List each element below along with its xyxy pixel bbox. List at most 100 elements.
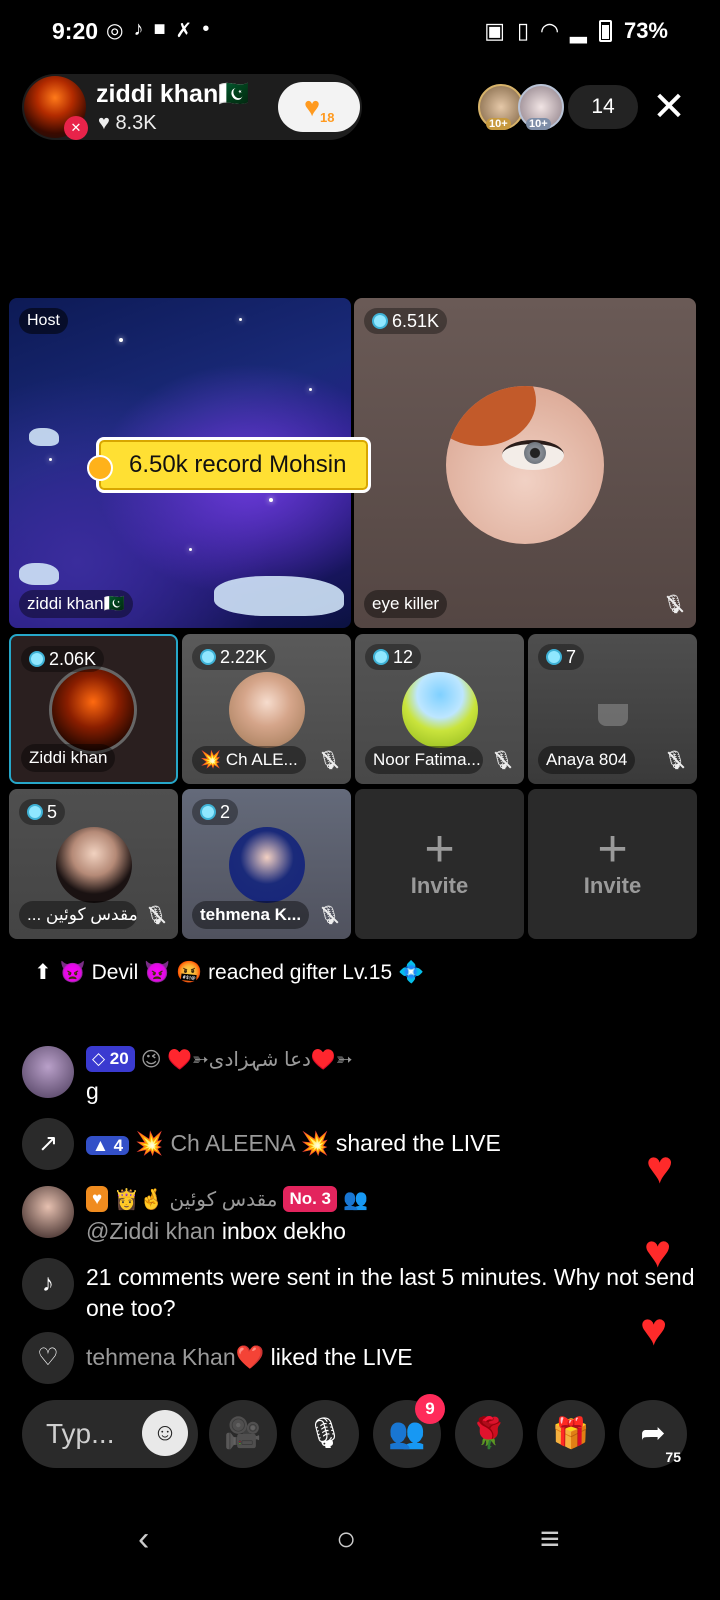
battery-percent: 73%	[623, 18, 668, 43]
diamond-icon	[373, 649, 389, 665]
top-viewers[interactable]: 10+ 10+ 14	[478, 84, 638, 130]
chat-message[interactable]: ◇ 20 😉 ♥️➳دعا شہزادی♥️➳ g	[22, 1046, 642, 1104]
diamond-icon	[27, 804, 43, 820]
user-avatar[interactable]	[22, 1046, 74, 1098]
camera-off-icon[interactable]: 🎥	[209, 1400, 277, 1468]
guest-score: 5	[19, 799, 66, 825]
share-count: 75	[665, 1449, 681, 1465]
cast-icon: ▣	[484, 18, 505, 43]
record-banner: 6.50k record Mohsin	[86, 437, 372, 493]
chat-username: 👸🤞 مقدس کوئین	[114, 1188, 278, 1211]
muted-icon: ✕	[64, 116, 88, 140]
back-icon[interactable]: ‹	[138, 1520, 149, 1559]
close-icon[interactable]: ✕	[648, 86, 690, 128]
guest-avatar	[49, 666, 137, 754]
viewer-count[interactable]: 14	[568, 85, 638, 129]
guest-avatar	[56, 827, 132, 903]
guest-avatar	[402, 672, 478, 748]
guest-tile[interactable]: 2 tehmena K... 🎙	[182, 789, 351, 939]
app-icon: ✗	[175, 20, 193, 42]
diamond-icon	[372, 313, 388, 329]
rose-icon[interactable]: 🌹	[455, 1400, 523, 1468]
chat-message[interactable]: ♥ 👸🤞 مقدس کوئین No. 3 👥 @Ziddi khan inbo…	[22, 1186, 642, 1246]
guest-tile-main[interactable]: 6.51K eye killer 🎙	[354, 298, 696, 628]
share-icon[interactable]: ➦ 75	[619, 1400, 687, 1468]
chat-message[interactable]: ♡ tehmena Khan❤️ liked the LIVE	[22, 1332, 642, 1384]
mic-off-icon: 🎙	[317, 905, 341, 925]
viewer-avatar[interactable]: 10+	[518, 84, 564, 130]
diamond-icon	[200, 649, 216, 665]
guest-name: 💥 Ch ALE...	[192, 746, 306, 774]
status-bar: 9:20 ◎ ♪ ■ ✗ • ▣ ▯ ◠ ▂ 73%	[0, 0, 720, 62]
people-icon[interactable]: 👥 9	[373, 1394, 445, 1468]
menu-icon[interactable]: ≡	[540, 1520, 560, 1559]
comment-input[interactable]: Typ... ☺	[22, 1400, 198, 1468]
gift-icon[interactable]: 🎁	[537, 1400, 605, 1468]
floating-heart-icon: ♥	[640, 1303, 668, 1355]
user-avatar[interactable]	[22, 1186, 74, 1238]
host-name: ziddi khan🇵🇰	[96, 80, 250, 108]
friends-icon: 👥	[343, 1188, 368, 1211]
diamond-icon	[546, 649, 562, 665]
dot-icon: •	[202, 18, 210, 40]
guest-name: Ziddi khan	[21, 744, 116, 772]
notification-badge: 9	[415, 1394, 445, 1424]
tiktok-icon: ♪	[133, 18, 144, 40]
mic-icon[interactable]: 🎙	[291, 1400, 359, 1468]
guest-tile[interactable]: 12 Noor Fatima... 🎙	[355, 634, 524, 784]
mention[interactable]: @Ziddi khan	[86, 1218, 215, 1244]
guest-tile[interactable]: 2.22K 💥 Ch ALE... 🎙	[182, 634, 351, 784]
guest-score: 12	[365, 644, 422, 670]
prompt-text: 21 comments were sent in the last 5 minu…	[86, 1264, 695, 1321]
diamond-icon	[29, 651, 45, 667]
coffee-cup-icon	[598, 704, 628, 726]
invite-slot[interactable]: + Invite	[355, 789, 524, 939]
floating-heart-icon: ♥	[644, 1225, 672, 1277]
guest-name: tehmena K...	[192, 901, 310, 929]
plus-icon: +	[597, 820, 628, 878]
follow-button[interactable]: ♥ 18	[278, 82, 360, 132]
home-icon[interactable]: ○	[336, 1520, 357, 1559]
mic-off-icon: 🎙	[662, 594, 686, 614]
guest-tile[interactable]: 5 ... مقدس کوئین 🎙	[9, 789, 178, 939]
heart-outline-icon: ♡	[22, 1332, 74, 1384]
guest-score: 6.51K	[364, 308, 448, 334]
guest-name: Noor Fatima...	[365, 746, 483, 774]
host-tile-name: ziddi khan🇵🇰	[19, 590, 133, 618]
guest-avatar	[229, 827, 305, 903]
chat-text: shared the LIVE	[335, 1130, 501, 1156]
chat-username: tehmena Khan❤️	[86, 1344, 265, 1370]
vibrate-icon: ▯	[517, 18, 530, 43]
notification-icons: ◎ ♪ ■ ✗ •	[106, 18, 209, 43]
guest-score: 2	[192, 799, 239, 825]
chat-username: 💥 Ch ALEENA 💥	[135, 1130, 330, 1156]
invite-slot[interactable]: + Invite	[528, 789, 697, 939]
host-label: Host	[19, 308, 68, 334]
level-badge: ▲ 4	[86, 1136, 130, 1155]
up-arrow-icon: ⬆	[34, 961, 52, 984]
gifter-level-message: ⬆ 👿 Devil 👿 🤬 reached gifter Lv.15 💠	[34, 960, 425, 985]
chat-text: g	[86, 1078, 99, 1104]
heart-icon: ♥	[98, 112, 110, 134]
chat-text: inbox dekho	[221, 1218, 346, 1244]
guest-name: ... مقدس کوئین	[19, 901, 137, 929]
guest-score: 7	[538, 644, 585, 670]
signal-icon: ▂	[570, 18, 587, 43]
mic-off-icon: 🎙	[490, 750, 514, 770]
wifi-icon: ◠	[541, 18, 559, 43]
tiktok-icon: ♪	[22, 1258, 74, 1310]
chat-meta: ♥ 👸🤞 مقدس کوئین No. 3 👥	[86, 1186, 368, 1212]
guest-name: Anaya 804	[538, 746, 636, 774]
comment-placeholder: Typ...	[46, 1418, 115, 1449]
host-info-pill[interactable]: ✕ ziddi khan🇵🇰 ♥ 8.3K ♥ 18	[22, 74, 362, 140]
rank-badge: No. 3	[283, 1186, 338, 1212]
emoji-icon[interactable]: ☺	[142, 1410, 188, 1456]
chat-username: 😉 ♥️➳دعا شہزادی♥️➳	[140, 1048, 353, 1071]
guest-score: 2.22K	[192, 644, 276, 670]
guest-tile[interactable]: 2.06K Ziddi khan	[9, 634, 178, 784]
whatsapp-icon: ◎	[106, 20, 124, 42]
follow-count: 18	[320, 110, 335, 125]
chat-message[interactable]: ↗ ▲ 4 💥 Ch ALEENA 💥 shared the LIVE	[22, 1118, 642, 1170]
level-badge: ◇ 20	[86, 1046, 135, 1072]
guest-tile[interactable]: 7 Anaya 804 🎙	[528, 634, 697, 784]
